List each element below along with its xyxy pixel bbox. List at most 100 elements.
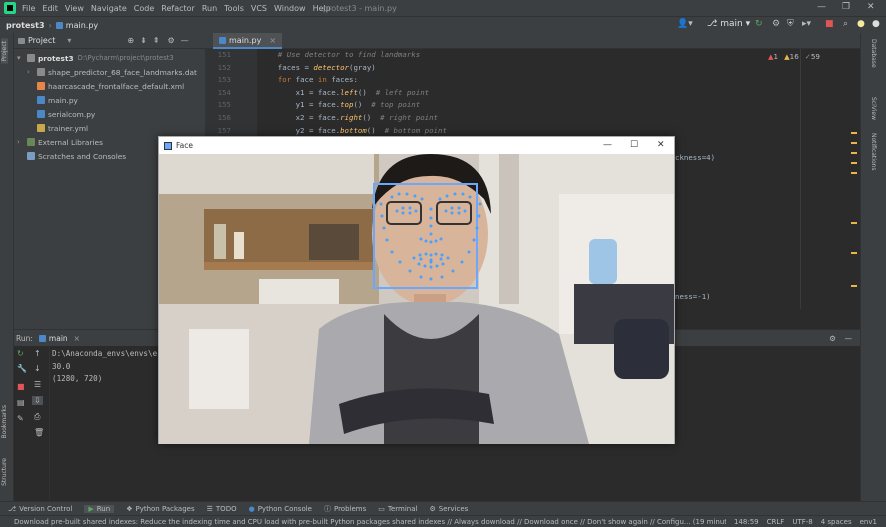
editor-tab-main[interactable]: main.py × [213,33,283,49]
tree-item[interactable]: trainer.yml [14,121,205,135]
tab-run[interactable]: ▶ Run [84,504,115,513]
hide-icon[interactable]: — [845,334,853,343]
xml-file-icon [37,82,45,90]
menu-view[interactable]: View [65,4,84,13]
pin-icon[interactable]: ✎ [17,414,24,423]
chevron-down-icon[interactable]: ▾ [17,54,27,62]
tab-terminal[interactable]: ▭ Terminal [378,505,417,513]
output-line: 30.0 [52,361,71,371]
menu-run[interactable]: Run [202,4,217,13]
layout-icon[interactable]: ▤ [17,398,25,407]
chevron-down-icon[interactable]: ▾ [67,36,71,45]
rerun-icon[interactable]: ↻ [17,349,24,358]
coverage-icon[interactable]: ⛨ [787,19,794,29]
branch-selector[interactable]: ⎇ main ▾ [707,19,750,29]
tab-services[interactable]: ⚙ Services [429,505,468,513]
jetbrains-logo-icon[interactable]: ● [872,19,880,29]
user-icon[interactable]: 👤▾ [677,19,693,29]
arrow-down-icon[interactable]: ↓ [34,364,41,373]
project-panel-title[interactable]: Project [28,36,55,45]
tab-label: Terminal [387,504,418,513]
stop-icon[interactable]: ■ [825,19,834,29]
trash-icon[interactable]: 🗑 [34,428,44,437]
tab-database[interactable]: Database [870,39,877,68]
menu-code[interactable]: Code [134,4,154,13]
scratches-icon [27,152,35,160]
tab-label: Services [438,504,469,513]
face-window[interactable]: Face — ☐ ✕ [158,136,675,444]
soft-wrap-icon[interactable]: ☰ [34,380,41,389]
tab-python-packages[interactable]: ❖ Python Packages [126,505,194,513]
updates-icon[interactable]: ● [857,19,865,29]
hide-icon[interactable]: — [181,36,189,45]
close-tab-icon[interactable]: × [269,36,276,45]
menu-refactor[interactable]: Refactor [161,4,195,13]
profile-icon[interactable]: ▸▾ [802,19,811,29]
indent-setting[interactable]: 4 spaces [821,518,852,526]
menu-vcs[interactable]: VCS [251,4,267,13]
locate-icon[interactable]: ⊕ [127,36,134,45]
python-file-icon [38,334,46,342]
file-encoding[interactable]: UTF-8 [792,518,812,526]
menu-window[interactable]: Window [274,4,306,13]
line-separator[interactable]: CRLF [767,518,785,526]
tree-item[interactable]: serialcom.py [14,107,205,121]
expand-all-icon[interactable]: ⇞ [153,36,160,45]
tab-sciview[interactable]: SciView [870,97,877,120]
tab-problems[interactable]: ⓘ Problems [324,504,366,514]
run-config-tab[interactable]: main [49,334,68,343]
status-message[interactable]: Download pre-built shared indexes: Reduc… [14,518,726,526]
collapse-all-icon[interactable]: ⇟ [140,36,147,45]
tree-item-label: trainer.yml [48,123,89,133]
stop-icon[interactable]: ■ [17,382,25,391]
face-window-titlebar[interactable]: Face — ☐ ✕ [159,137,674,154]
python-file-icon [37,110,45,118]
maximize-icon[interactable]: ❐ [842,2,850,12]
tree-item[interactable]: › shape_predictor_68_face_landmarks.dat [14,65,205,79]
tab-todo[interactable]: ☰ TODO [207,505,237,513]
chevron-right-icon[interactable]: › [27,68,37,76]
close-icon[interactable]: ✕ [867,2,875,12]
branch-icon: ⎇ [8,504,17,513]
menu-tools[interactable]: Tools [224,4,244,13]
window-app-icon [164,141,172,150]
gear-icon[interactable]: ⚙ [829,334,836,343]
minimize-icon[interactable]: — [603,140,612,150]
close-icon[interactable]: ✕ [657,140,665,150]
tab-notifications[interactable]: Notifications [870,133,877,171]
tree-item[interactable]: main.py [14,93,205,107]
maximize-icon[interactable]: ☐ [630,140,638,150]
tab-bookmarks[interactable]: Bookmarks [1,405,8,439]
breadcrumb-project[interactable]: protest3 [6,21,45,30]
inspection-widget[interactable]: ▲1 ▲16 ✓59 [768,52,820,61]
interpreter[interactable]: env1 [860,518,877,526]
search-icon[interactable]: ⌕ [843,19,848,29]
arrow-up-icon[interactable]: ↑ [34,349,41,358]
settings-icon[interactable]: ⚙ [772,19,780,29]
rerun-icon[interactable]: ↻ [755,19,763,29]
minimize-icon[interactable]: — [817,2,826,12]
face-window-title: Face [176,141,193,150]
menu-edit[interactable]: Edit [42,4,58,13]
menu-file[interactable]: File [22,4,35,13]
branch-label: main [720,19,743,29]
tree-item[interactable]: haarcascade_frontalface_default.xml [14,79,205,93]
wrench-icon[interactable]: 🔧 [17,364,27,373]
error-stripe[interactable] [849,49,858,309]
print-icon[interactable]: ⎙ [34,412,40,422]
breadcrumb-file[interactable]: main.py [66,21,98,30]
gear-icon[interactable]: ⚙ [168,36,175,45]
tab-project[interactable]: Project [1,39,8,64]
run-output: D:\Anaconda_envs\envs\e 30.0 (1280, 720) [52,348,157,386]
chevron-right-icon[interactable]: › [17,138,27,146]
tab-structure[interactable]: Structure [1,458,8,486]
line-number: 156 [217,112,231,122]
caret-position[interactable]: 148:59 [734,518,759,526]
tree-root[interactable]: ▾ protest3 D:\Pycharm\project\protest3 [14,51,205,65]
tab-python-console[interactable]: ● Python Console [249,505,312,513]
code-line: x2 = face.right() # right point [260,112,438,122]
scroll-to-end-icon[interactable]: ⇩ [32,396,43,405]
menu-navigate[interactable]: Navigate [91,4,127,13]
tab-version-control[interactable]: ⎇ Version Control [8,505,72,513]
close-tab-icon[interactable]: × [74,334,80,343]
